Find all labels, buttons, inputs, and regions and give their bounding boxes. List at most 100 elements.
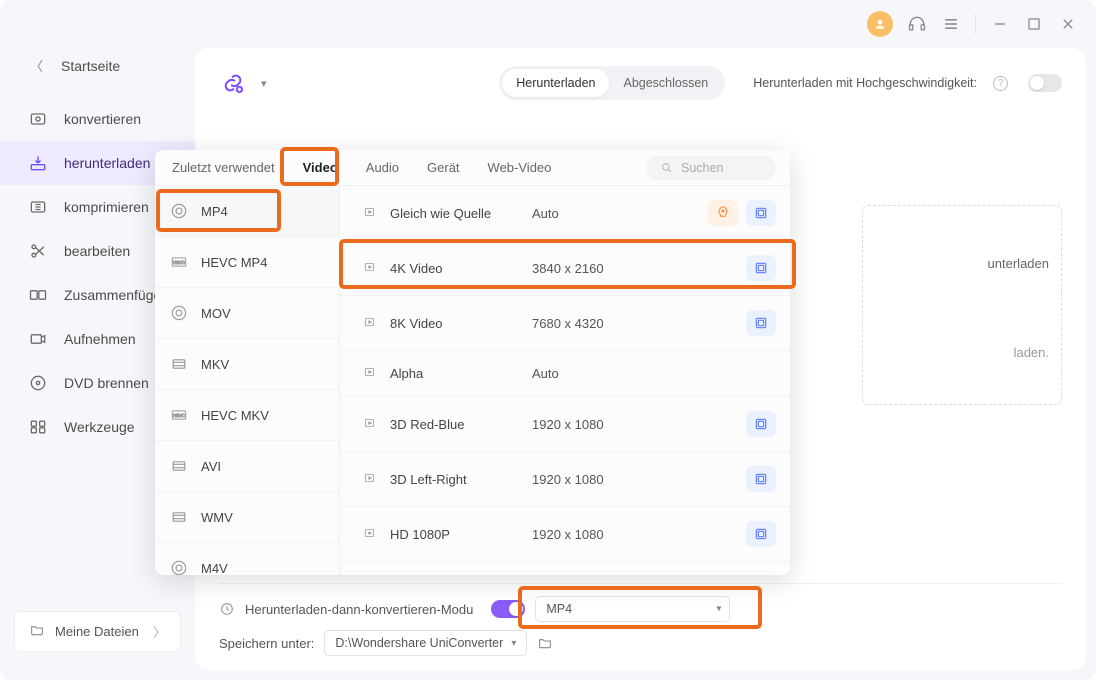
sidebar-item-label: Zusammenfügen	[64, 287, 169, 303]
format-label: MP4	[201, 204, 228, 219]
format-icon: HEVC	[169, 252, 189, 272]
settings-button[interactable]	[746, 411, 776, 437]
resolution-dimensions: 1920 x 1080	[532, 527, 697, 542]
sidebar-item-label: herunterladen	[64, 155, 150, 171]
tab-device[interactable]: Gerät	[424, 150, 463, 185]
resolution-item[interactable]: 3D Red-Blue 1920 x 1080	[340, 397, 790, 452]
resolution-dimensions: Auto	[532, 206, 697, 221]
chevron-down-icon[interactable]: ▾	[261, 77, 267, 90]
resolution-name: 3D Red-Blue	[390, 417, 464, 432]
tab-video[interactable]: Video	[300, 150, 341, 185]
back-to-home[interactable]: 〈 Startseite	[0, 48, 195, 97]
paste-url-button[interactable]	[219, 69, 247, 97]
sidebar-item-convert[interactable]: konvertieren	[0, 97, 195, 141]
resolution-list: Gleich wie Quelle Auto 4K Video 3840 x 2160…	[340, 186, 790, 575]
settings-button[interactable]	[746, 521, 776, 547]
download-convert-toggle[interactable]	[491, 600, 525, 618]
titlebar	[0, 0, 1096, 48]
sidebar-item-label: Werkzeuge	[64, 419, 135, 435]
resolution-dimensions: 1920 x 1080	[532, 417, 697, 432]
format-item-hevc-mkv[interactable]: HEVC HEVC MKV	[155, 390, 339, 441]
resolution-item[interactable]: HD 720P1280 x 720	[340, 562, 790, 575]
settings-button[interactable]	[746, 310, 776, 336]
compress-icon	[28, 197, 48, 217]
chevron-left-icon: 〈	[30, 56, 43, 75]
tab-webvideo[interactable]: Web-Video	[485, 150, 555, 185]
resolution-name: 8K Video	[390, 316, 443, 331]
format-item-mov[interactable]: MOV	[155, 288, 339, 339]
format-item-hevc-mp4[interactable]: HEVC HEVC MP4	[155, 237, 339, 288]
headset-icon[interactable]	[907, 14, 927, 34]
hamburger-icon[interactable]	[941, 14, 961, 34]
open-folder-icon[interactable]	[537, 635, 553, 651]
resolution-name: Alpha	[390, 366, 423, 381]
resolution-item[interactable]: HD 1080P1920 x 1080	[340, 507, 790, 562]
my-files-label: Meine Dateien	[55, 624, 139, 639]
format-label: M4V	[201, 561, 228, 576]
window-minimize-icon[interactable]	[990, 14, 1010, 34]
format-icon	[169, 558, 189, 575]
resolution-name: Gleich wie Quelle	[390, 206, 491, 221]
save-path-dropdown[interactable]: D:\Wondershare UniConverter ▾	[324, 630, 527, 656]
play-icon	[362, 526, 378, 543]
info-icon[interactable]: ?	[993, 76, 1008, 91]
toolbar: ▾ Herunterladen Abgeschlossen Herunterla…	[219, 66, 1062, 100]
clock-icon	[219, 601, 235, 617]
resolution-item[interactable]: 4K Video 3840 x 2160	[340, 241, 790, 296]
pill-completed[interactable]: Abgeschlossen	[609, 69, 722, 97]
resolution-dimensions: 1920 x 1080	[532, 472, 697, 487]
resolution-item[interactable]: 8K Video 7680 x 4320	[340, 296, 790, 351]
sidebar-item-label: konvertieren	[64, 111, 141, 127]
format-item-mkv[interactable]: MKV	[155, 339, 339, 390]
chevron-down-icon: ▾	[511, 638, 516, 649]
search-icon	[660, 161, 673, 174]
play-icon	[362, 205, 378, 222]
play-icon	[362, 471, 378, 488]
settings-button[interactable]	[746, 466, 776, 492]
avatar[interactable]	[867, 11, 893, 37]
format-item-mp4[interactable]: MP4	[155, 186, 339, 237]
format-dropdown[interactable]: MP4 ▾	[535, 596, 730, 622]
pill-downloading[interactable]: Herunterladen	[502, 69, 609, 97]
status-filter: Herunterladen Abgeschlossen	[499, 66, 725, 100]
tab-audio[interactable]: Audio	[363, 150, 402, 185]
resolution-item[interactable]: 3D Left-Right1920 x 1080	[340, 452, 790, 507]
format-icon	[169, 507, 189, 527]
resolution-item[interactable]: Gleich wie Quelle Auto	[340, 186, 790, 241]
resolution-name: 4K Video	[390, 261, 443, 276]
format-item-wmv[interactable]: WMV	[155, 492, 339, 543]
format-item-avi[interactable]: AVI	[155, 441, 339, 492]
highspeed-button[interactable]	[708, 200, 738, 226]
scissors-icon	[28, 241, 48, 261]
window-maximize-icon[interactable]	[1024, 14, 1044, 34]
sidebar-my-files[interactable]: Meine Dateien 〉	[14, 611, 181, 652]
resolution-dimensions: 3840 x 2160	[532, 261, 697, 276]
sidebar-item-label: DVD brennen	[64, 375, 149, 391]
sidebar-item-label: bearbeiten	[64, 243, 130, 259]
highspeed-toggle[interactable]	[1028, 74, 1062, 92]
back-label: Startseite	[61, 58, 120, 74]
play-icon	[362, 315, 378, 332]
settings-button[interactable]	[746, 255, 776, 281]
popover-tabs: Zuletzt verwendet Video Audio Gerät Web-…	[155, 150, 790, 186]
popover-search[interactable]: Suchen	[646, 156, 776, 180]
format-icon	[169, 354, 189, 374]
format-item-m4v[interactable]: M4V	[155, 543, 339, 575]
empty-state-box: unterladen laden.	[862, 205, 1062, 405]
format-label: HEVC MP4	[201, 255, 267, 270]
format-label: AVI	[201, 459, 221, 474]
resolution-item[interactable]: AlphaAuto	[340, 351, 790, 397]
merge-icon	[28, 285, 48, 305]
chevron-down-icon: ▾	[716, 604, 721, 615]
resolution-dimensions: 7680 x 4320	[532, 316, 697, 331]
settings-button[interactable]	[746, 200, 776, 226]
format-list: MP4 HEVC HEVC MP4 MOVMKV HEVC HEVC MKV AVI WMV M…	[155, 186, 340, 575]
play-icon	[362, 365, 378, 382]
format-label: HEVC MKV	[201, 408, 269, 423]
tab-recent[interactable]: Zuletzt verwendet	[169, 150, 278, 185]
download-convert-label: Herunterladen-dann-konvertieren-Modu	[245, 602, 473, 617]
svg-text:HEVC: HEVC	[173, 413, 185, 418]
svg-text:HEVC: HEVC	[173, 260, 185, 265]
sidebar-item-label: Aufnehmen	[64, 331, 136, 347]
window-close-icon[interactable]	[1058, 14, 1078, 34]
